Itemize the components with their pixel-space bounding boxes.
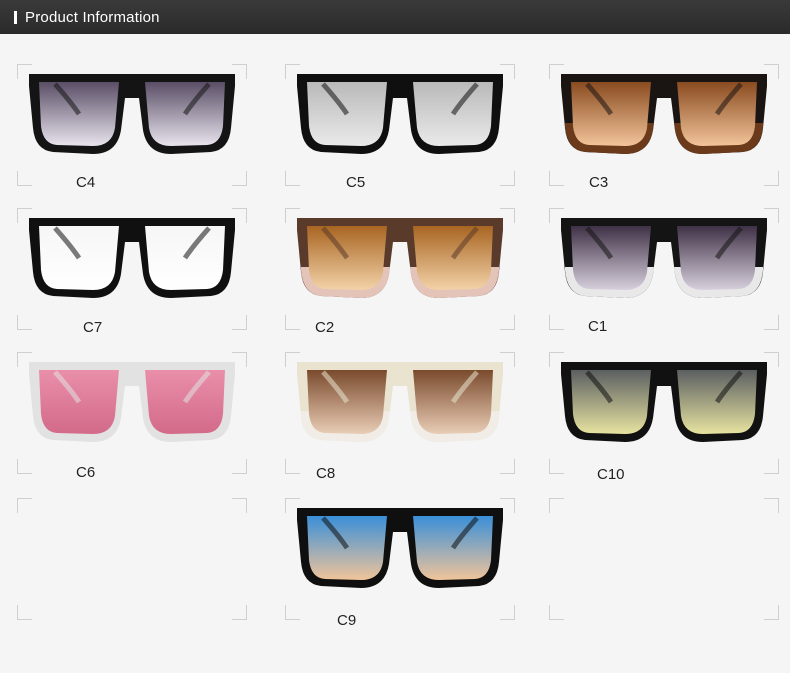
variant-card-empty <box>549 498 779 620</box>
variant-card-c6[interactable]: C6 <box>17 352 247 481</box>
sunglasses-image <box>561 218 767 298</box>
sunglasses-image <box>297 362 503 442</box>
sunglasses-image <box>561 362 767 442</box>
header-bar: Product Information <box>0 0 790 34</box>
variant-code: C5 <box>346 174 366 191</box>
variant-card-c10[interactable]: C10 <box>549 352 779 483</box>
variant-card-empty <box>17 498 247 620</box>
variant-code: C6 <box>76 464 96 481</box>
variant-code: C4 <box>76 174 96 191</box>
variant-card-c2[interactable]: C2 <box>285 208 515 336</box>
variant-card-c1[interactable]: C1 <box>549 208 779 335</box>
variant-code: C3 <box>589 174 609 191</box>
sunglasses-image <box>29 74 235 154</box>
page-title: Product Information <box>25 9 160 26</box>
variant-code: C8 <box>316 465 336 482</box>
header-accent-bar <box>14 11 17 24</box>
sunglasses-image <box>561 74 767 154</box>
sunglasses-image <box>297 508 503 588</box>
sunglasses-image <box>29 218 235 298</box>
variant-code: C1 <box>588 318 608 335</box>
variant-card-c9[interactable]: C9 <box>285 498 515 629</box>
variant-card-c4[interactable]: C4 <box>17 64 247 191</box>
sunglasses-image <box>29 362 235 442</box>
variant-card-c5[interactable]: C5 <box>285 64 515 191</box>
variant-card-c8[interactable]: C8 <box>285 352 515 482</box>
variant-code: C9 <box>337 612 357 629</box>
variant-code: C10 <box>597 466 625 483</box>
variant-card-c3[interactable]: C3 <box>549 64 779 191</box>
variant-card-c7[interactable]: C7 <box>17 208 247 336</box>
variant-code: C7 <box>83 319 103 336</box>
sunglasses-image <box>297 74 503 154</box>
sunglasses-image <box>297 218 503 298</box>
product-grid: C4 C5 C3 C7 C2 C1 C6 C8 C10 C9 <box>0 34 790 673</box>
variant-code: C2 <box>315 319 335 336</box>
